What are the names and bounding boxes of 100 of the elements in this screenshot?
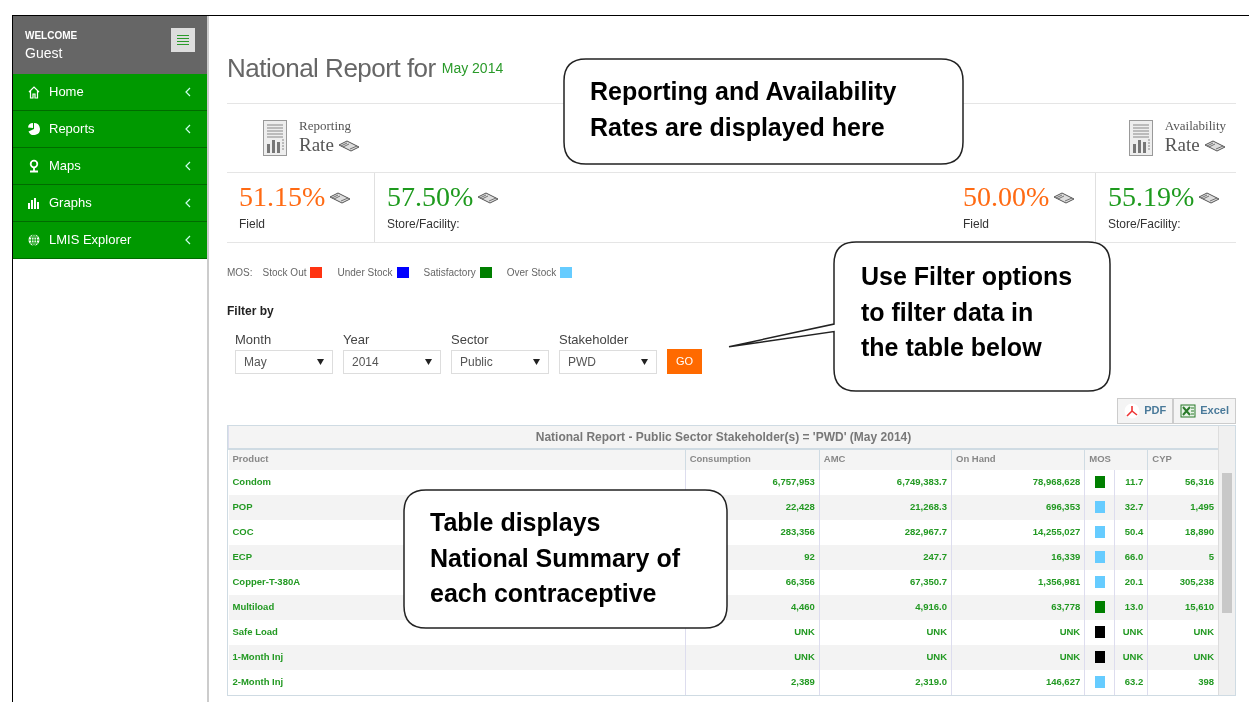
table-cell: 247.7 [819, 544, 952, 570]
rate-label: Store/Facility: [1108, 216, 1182, 233]
rate-value: 57.50% [387, 183, 474, 211]
report-document-icon [263, 120, 287, 156]
table-cell: 32.7 [1114, 494, 1148, 520]
callout: Reporting and Availability Rates are displayed here [563, 58, 964, 165]
table-cell: 2-Month Inj [232, 675, 284, 687]
pdf-icon [1124, 402, 1141, 419]
rate-subtitle: Availability [1164, 119, 1226, 134]
dropdown[interactable]: Public [451, 349, 549, 374]
table-cell: 16,339 [951, 544, 1085, 570]
book-icon [477, 190, 500, 204]
table-cell: UNK [819, 644, 952, 670]
table-cell: Safe Load [232, 625, 278, 637]
chevron-left-icon [185, 161, 191, 171]
column-header: On Hand [951, 448, 1085, 470]
sidebar-item[interactable]: Maps [13, 148, 207, 185]
table-cell: 63,778 [951, 594, 1085, 620]
chevron-left-icon [185, 235, 191, 245]
table-cell: 13.0 [1114, 594, 1148, 620]
chevron-left-icon [185, 124, 191, 134]
table-cell: 63.2 [1114, 669, 1148, 695]
column-header: Product [228, 448, 686, 470]
table-cell: 146,627 [951, 669, 1085, 695]
sidebar-item[interactable]: Home [13, 74, 207, 111]
filter-title: Filter by [227, 303, 274, 320]
page-title: National Report for [227, 52, 436, 85]
legend-label: Under Stock [337, 266, 393, 280]
go-button[interactable]: GO [667, 348, 702, 374]
table-cell: UNK [1114, 644, 1148, 670]
column-header: AMC [819, 448, 952, 470]
user-name: Guest [25, 44, 64, 63]
rate-label: Field [963, 216, 990, 233]
rate-subtitle: Reporting [299, 119, 352, 134]
table-title: National Report - Public Sector Stakeholder(s) = 'PWD' (May 2014) [228, 425, 1218, 449]
table-cell: 282,967.7 [819, 519, 952, 545]
book-icon [329, 190, 352, 204]
table-cell: 2,389 [685, 669, 820, 695]
table-cell: 50.4 [1114, 519, 1148, 545]
table-cell: 2,319.0 [819, 669, 952, 695]
table-cell: 4,916.0 [819, 594, 952, 620]
legend-title: MOS: [227, 266, 253, 280]
caret-down-icon [641, 358, 648, 365]
table-cell: 21,268.3 [819, 494, 952, 520]
table-cell: 14,255,027 [951, 519, 1085, 545]
filter-label: Stakeholder [559, 331, 630, 349]
legend-label: Over Stock [506, 266, 557, 280]
book-icon [1198, 190, 1221, 204]
rate-value: 55.19% [1108, 183, 1195, 211]
book-icon [1203, 138, 1226, 153]
table-cell: UNK [951, 619, 1085, 645]
table-cell: 6,749,383.7 [819, 469, 952, 495]
bar-chart-icon [27, 196, 41, 210]
table-cell: 696,353 [951, 494, 1085, 520]
sidebar-item[interactable]: Reports [13, 111, 207, 148]
dropdown[interactable]: 2014 [343, 349, 441, 374]
callout: Use Filter options to filter data in the table below [728, 241, 1111, 392]
filter-label: Month [235, 331, 273, 349]
table-cell: 78,968,628 [951, 469, 1085, 495]
table-cell: UNK [819, 619, 952, 645]
table-cell: UNK [1114, 619, 1148, 645]
sidebar-item[interactable]: Graphs [13, 185, 207, 222]
table-cell: ECP [232, 550, 253, 562]
table-cell: UNK [1147, 644, 1218, 670]
home-icon [27, 85, 41, 99]
book-icon [1053, 190, 1076, 204]
table-cell: 15,610 [1147, 594, 1218, 620]
table-cell: 1-Month Inj [232, 650, 284, 662]
export-button[interactable]: Excel [1173, 397, 1236, 424]
caret-down-icon [317, 358, 324, 365]
chevron-left-icon [185, 198, 191, 208]
export-button[interactable]: PDF [1117, 397, 1174, 424]
menu-icon [176, 34, 190, 46]
column-header: CYP [1147, 448, 1218, 470]
table-cell: 5 [1147, 544, 1218, 570]
caret-down-icon [425, 358, 432, 365]
globe-icon [27, 233, 41, 247]
dropdown[interactable]: PWD [559, 349, 657, 374]
callout: Table displays National Summary of each contraceptive [403, 489, 728, 629]
menu-button[interactable] [171, 28, 195, 52]
rate-label: Field [239, 216, 266, 233]
table-cell: Multiload [232, 600, 275, 612]
table-cell: Condom [232, 475, 272, 487]
report-document-icon [1128, 120, 1153, 156]
rate-label: Store/Facility: [387, 216, 461, 233]
filter-label: Sector [451, 331, 490, 349]
dropdown[interactable]: May [235, 349, 333, 374]
pie-chart-icon [27, 122, 41, 136]
scrollbar[interactable] [1218, 425, 1235, 695]
table-cell: COC [232, 525, 254, 537]
legend-label: Stock Out [262, 266, 307, 280]
table-cell: UNK [685, 644, 820, 670]
table-cell: UNK [951, 644, 1085, 670]
chevron-left-icon [185, 87, 191, 97]
report-period: May 2014 [441, 59, 504, 78]
rate-title: Rate [1164, 133, 1200, 157]
table-cell: 11.7 [1114, 469, 1148, 495]
sidebar-item[interactable]: LMIS Explorer [13, 222, 207, 259]
filter-label: Year [343, 331, 371, 349]
rate-value: 51.15% [239, 183, 326, 211]
